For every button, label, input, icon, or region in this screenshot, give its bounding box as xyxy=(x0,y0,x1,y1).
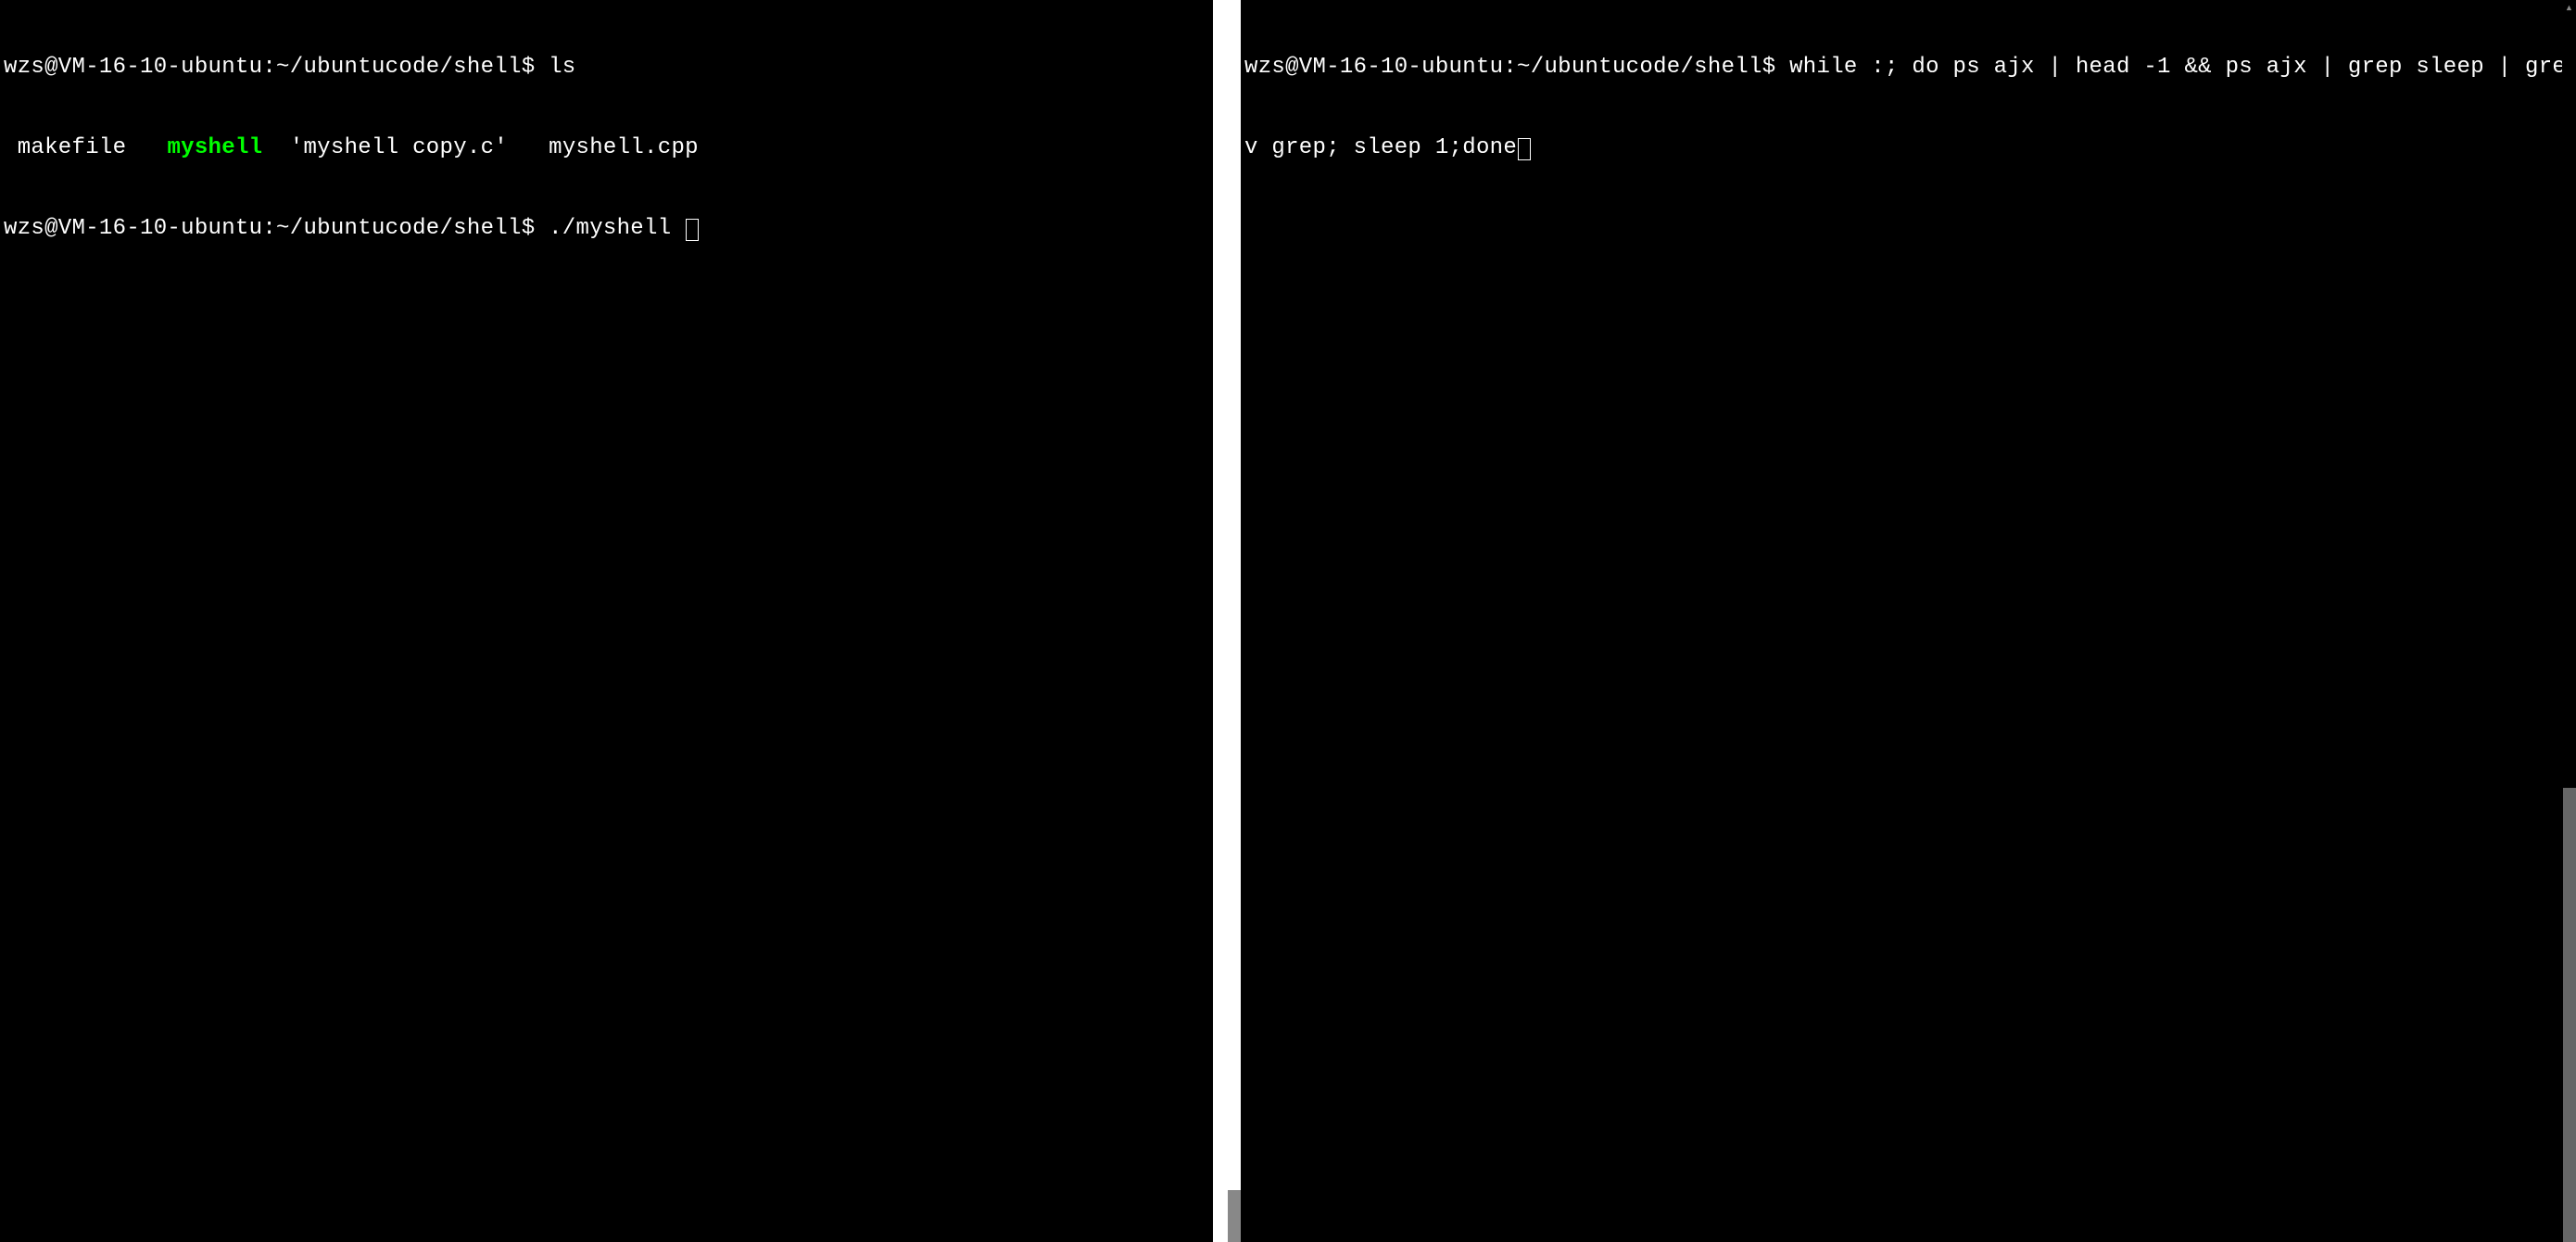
terminal-line: makefile myshell 'myshell copy.c' myshel… xyxy=(4,134,1209,161)
shell-prompt: wzs@VM-16-10-ubuntu:~/ubuntucode/shell$ xyxy=(4,216,549,241)
pane-divider[interactable] xyxy=(1213,0,1241,1242)
scrollbar-right-thumb[interactable] xyxy=(2563,788,2576,1242)
file-myshell-exec: myshell xyxy=(167,135,262,160)
terminal-line: wzs@VM-16-10-ubuntu:~/ubuntucode/shell$ … xyxy=(4,54,1209,81)
file-myshell-copy-c: 'myshell copy.c' xyxy=(290,135,508,160)
terminal-right-content: wzs@VM-16-10-ubuntu:~/ubuntucode/shell$ … xyxy=(1241,0,2576,215)
terminal-line: wzs@VM-16-10-ubuntu:~/ubuntucode/shell$ … xyxy=(4,215,1209,242)
cursor-left xyxy=(686,219,699,241)
command-text: ls xyxy=(549,55,575,80)
terminal-left-content: wzs@VM-16-10-ubuntu:~/ubuntucode/shell$ … xyxy=(0,0,1213,296)
terminal-line: wzs@VM-16-10-ubuntu:~/ubuntucode/shell$ … xyxy=(1244,54,2572,81)
terminal-pane-left[interactable]: wzs@VM-16-10-ubuntu:~/ubuntucode/shell$ … xyxy=(0,0,1213,1242)
ls-output xyxy=(4,134,18,161)
terminal-line: v grep; sleep 1;done xyxy=(1244,134,2572,161)
scrollbar-left-thumb[interactable] xyxy=(1228,1190,1241,1242)
terminal-pane-right[interactable]: wzs@VM-16-10-ubuntu:~/ubuntucode/shell$ … xyxy=(1241,0,2576,1242)
cursor-right xyxy=(1518,138,1531,160)
file-makefile: makefile xyxy=(18,135,127,160)
command-text-continued: v grep; sleep 1;done xyxy=(1244,135,1517,160)
command-text: while :; do ps ajx | head -1 && ps ajx |… xyxy=(1789,55,2576,80)
scrollbar-right-track[interactable]: ▴ xyxy=(2562,0,2576,1242)
command-text: ./myshell xyxy=(549,216,685,241)
shell-prompt: wzs@VM-16-10-ubuntu:~/ubuntucode/shell$ xyxy=(1244,55,1789,80)
scroll-arrow-up-icon[interactable]: ▴ xyxy=(2562,0,2576,17)
file-myshell-cpp: myshell.cpp xyxy=(549,135,699,160)
shell-prompt: wzs@VM-16-10-ubuntu:~/ubuntucode/shell$ xyxy=(4,55,549,80)
